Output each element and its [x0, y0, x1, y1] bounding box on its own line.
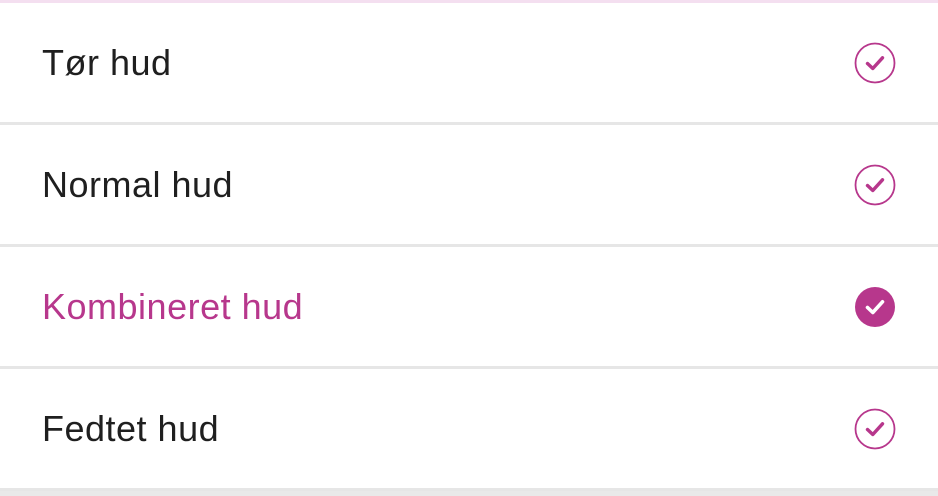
check-circle-outline-icon — [854, 408, 896, 449]
option-label: Fedtet hud — [42, 407, 220, 449]
option-label-selected: Kombineret hud — [42, 285, 304, 327]
skin-type-list: Tør hud Normal hud Kombineret hud Fedtet… — [0, 3, 938, 491]
skin-type-option-oily[interactable]: Fedtet hud — [0, 369, 938, 491]
skin-type-option-combination[interactable]: Kombineret hud — [0, 247, 938, 369]
check-circle-filled-icon — [855, 286, 895, 327]
skin-type-option-normal[interactable]: Normal hud — [0, 125, 938, 247]
option-label: Tør hud — [42, 41, 172, 83]
check-circle-outline-icon — [854, 164, 896, 205]
bottom-divider — [0, 491, 938, 496]
skin-type-option-dry[interactable]: Tør hud — [0, 3, 938, 125]
option-label: Normal hud — [42, 163, 234, 205]
check-circle-outline-icon — [854, 42, 896, 83]
